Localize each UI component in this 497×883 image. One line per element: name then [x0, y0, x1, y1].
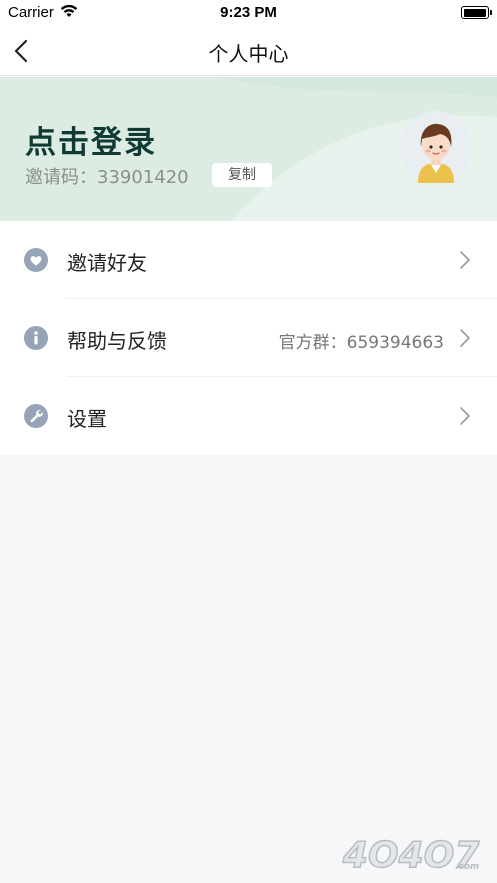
svg-text:.com: .com — [455, 862, 479, 872]
battery-icon — [461, 6, 492, 19]
heart-icon — [24, 248, 48, 272]
menu-item-help-feedback[interactable]: 帮助与反馈 官方群：659394663 — [0, 299, 497, 377]
info-icon — [24, 326, 48, 350]
copy-button[interactable]: 复制 — [212, 163, 272, 187]
avatar[interactable] — [400, 111, 472, 183]
chevron-right-icon — [460, 329, 470, 347]
menu-list: 邀请好友 帮助与反馈 官方群：659394663 设置 — [0, 221, 497, 455]
clock: 9:23 PM — [220, 4, 277, 21]
page-title: 个人中心 — [208, 42, 289, 66]
menu-item-settings[interactable]: 设置 — [0, 377, 497, 455]
menu-item-invite-friends[interactable]: 邀请好友 — [0, 221, 497, 299]
menu-item-label: 设置 — [67, 407, 107, 431]
status-bar: Carrier 9:23 PM — [0, 0, 497, 26]
invite-code-label: 邀请码： — [25, 167, 97, 188]
chevron-right-icon — [460, 251, 470, 269]
profile-header: 点击登录 邀请码：33901420 复制 — [0, 77, 497, 221]
watermark-logo: 4O4O7 .com — [341, 834, 480, 875]
chevron-right-icon — [460, 407, 470, 425]
nav-bar: 个人中心 — [0, 26, 497, 76]
official-group-number: 官方群：659394663 — [278, 333, 444, 353]
menu-item-label: 邀请好友 — [67, 251, 147, 275]
menu-item-label: 帮助与反馈 — [67, 329, 167, 353]
login-button[interactable]: 点击登录 — [25, 117, 157, 162]
wrench-icon — [24, 404, 48, 428]
invite-code-value: 33901420 — [97, 167, 189, 188]
invite-code-line: 邀请码：33901420 — [25, 163, 189, 189]
